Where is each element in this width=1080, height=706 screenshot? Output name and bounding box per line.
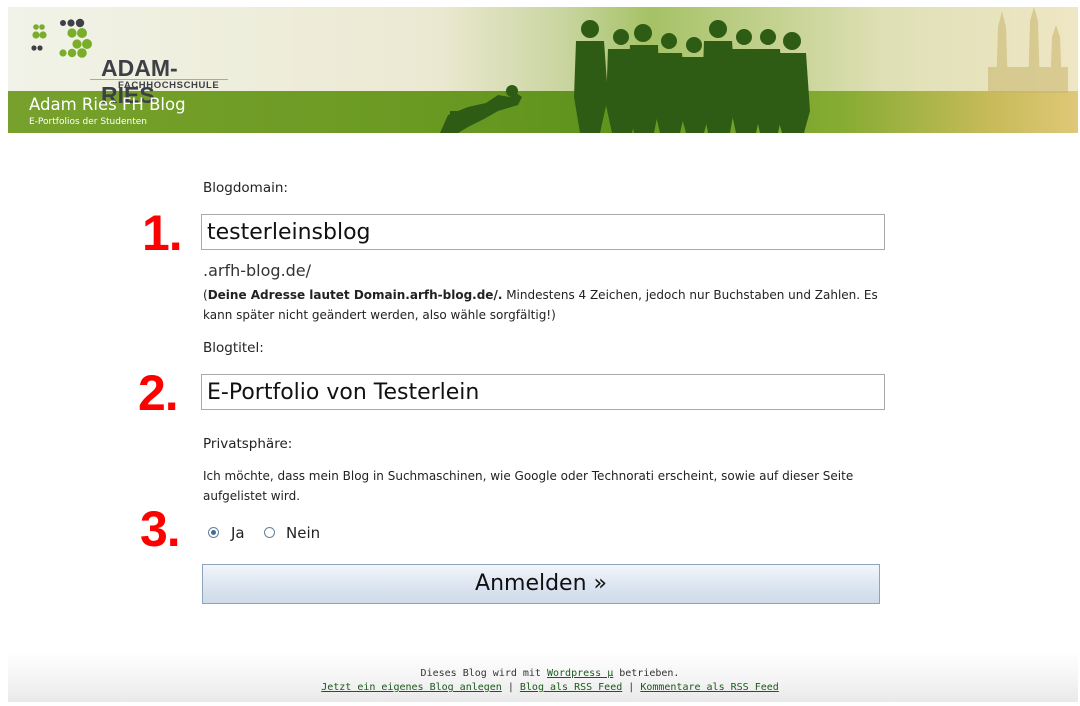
footer-powered-by: Dieses Blog wird mit Wordpress µ betrieb…	[0, 668, 1080, 679]
footer-links: Jetzt ein eigenes Blog anlegen | Blog al…	[0, 682, 1080, 693]
blogdomain-label: Blogdomain:	[203, 180, 288, 196]
footer-separator: |	[501, 682, 520, 693]
privacy-yes-label[interactable]: Ja	[231, 524, 245, 542]
comments-rss-link[interactable]: Kommentare als RSS Feed	[640, 682, 778, 693]
students-silhouette-image	[440, 20, 810, 133]
step-number-3: 3.	[140, 501, 181, 557]
submit-button[interactable]: Anmelden »	[202, 564, 880, 604]
create-blog-link[interactable]: Jetzt ein eigenes Blog anlegen	[321, 682, 502, 693]
privacy-no-label[interactable]: Nein	[286, 524, 320, 542]
domain-suffix: .arfh-blog.de/	[203, 261, 312, 280]
privacy-yes-radio[interactable]	[208, 527, 219, 538]
blog-rss-link[interactable]: Blog als RSS Feed	[520, 682, 622, 693]
blogtitle-input[interactable]	[201, 374, 885, 410]
cathedral-image	[988, 7, 1068, 93]
site-header: ADAM-RIES FACHHOCHSCHULE Adam Ries FH Bl…	[8, 7, 1078, 133]
privacy-no-radio[interactable]	[264, 527, 275, 538]
blog-subtitle: E-Portfolios der Studenten	[29, 117, 147, 127]
adam-ries-logo[interactable]: ADAM-RIES FACHHOCHSCHULE	[30, 17, 228, 108]
blogtitle-label: Blogtitel:	[203, 340, 264, 356]
wordpress-mu-link[interactable]: Wordpress µ	[547, 668, 613, 679]
privacy-description: Ich möchte, dass mein Blog in Suchmaschi…	[203, 469, 854, 503]
logo-subtitle: FACHHOCHSCHULE	[118, 80, 220, 91]
domain-hint: (Deine Adresse lautet Domain.arfh-blog.d…	[203, 285, 893, 325]
logo-dots-icon	[31, 18, 92, 58]
domain-hint-bold: Deine Adresse lautet Domain.arfh-blog.de…	[207, 288, 503, 302]
footer-separator: |	[622, 682, 641, 693]
step-number-1: 1.	[142, 205, 183, 261]
blogdomain-input[interactable]	[201, 214, 885, 250]
step-number-2: 2.	[138, 365, 179, 421]
footer-powered-pre: Dieses Blog wird mit	[420, 668, 547, 679]
blog-title[interactable]: Adam Ries FH Blog	[29, 95, 186, 114]
footer-powered-post: betrieben.	[613, 668, 680, 679]
privacy-label: Privatsphäre:	[203, 436, 293, 452]
